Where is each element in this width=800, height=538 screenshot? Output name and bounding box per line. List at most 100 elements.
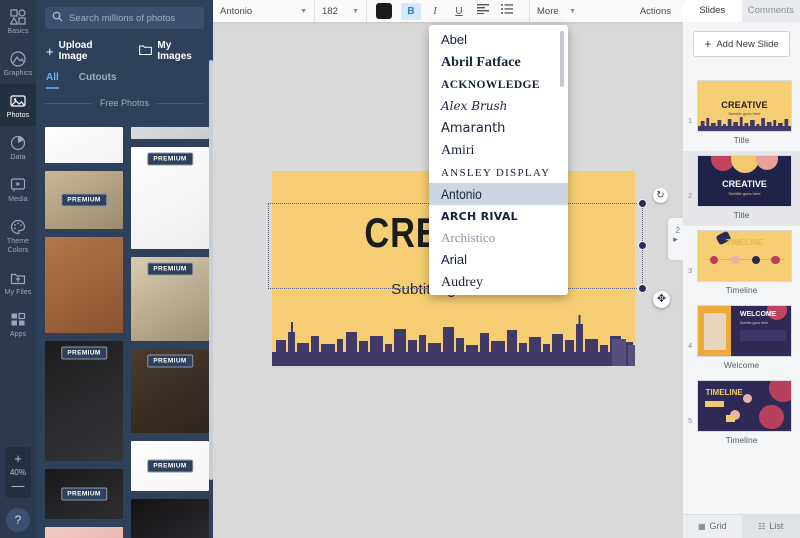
sidebar-item-media[interactable]: Media (0, 168, 36, 210)
font-family-select[interactable]: Antonio ▼ (213, 0, 315, 22)
font-option-ansley-display[interactable]: ANSLEY DISPLAY (429, 161, 568, 183)
font-option-arial[interactable]: Arial (429, 249, 568, 271)
tab-comments[interactable]: Comments (742, 0, 800, 22)
slides-panel: Slides Comments + Add New Slide 1 CREATI… (683, 0, 800, 538)
slide-thumbnail-item[interactable]: 5 TIMELINE Timeline (683, 376, 800, 451)
photo-thumb-blank-paper[interactable]: PREMIUM (131, 147, 209, 249)
photo-thumb-dark-lens[interactable] (131, 499, 209, 538)
zoom-in-button[interactable]: + (5, 452, 31, 466)
slide-thumbnail[interactable]: TIMELINE (697, 380, 792, 432)
more-label: More (537, 5, 559, 17)
slide-thumbnail-item[interactable]: 2 CREATIVE Subtitle goes here Title (683, 151, 800, 226)
italic-button[interactable]: I (425, 3, 445, 20)
slide-number: 3 (688, 266, 693, 275)
palette-icon (0, 217, 36, 235)
upload-image-button[interactable]: + Upload Image (46, 40, 119, 62)
tab-slides[interactable]: Slides (683, 0, 742, 22)
add-new-slide-button[interactable]: + Add New Slide (693, 31, 790, 57)
my-images-button[interactable]: My Images (119, 40, 203, 62)
font-list[interactable]: Abel Abril Fatface ACKNOWLEDGE Alex Brush Am… (429, 29, 568, 295)
photo-thumb-white-paper-sheet[interactable]: PREMIUM (131, 441, 209, 491)
font-option-arch-rival[interactable]: ARCH RIVAL (429, 205, 568, 227)
photo-thumb-gold-jewelry[interactable]: PREMIUM (45, 171, 123, 229)
slide-thumbnail[interactable]: TIMELINE (697, 230, 792, 282)
upload-image-label: Upload Image (58, 40, 93, 62)
canvas-area[interactable]: Antonio ▼ 182 ▼ B I U More ▼ Actions CRE… (213, 0, 683, 538)
slide-thumbnail-list[interactable]: 1 CREATIVE Subtitle goes here Title 2 CRE… (683, 76, 800, 514)
sidebar-item-photos[interactable]: Photos (0, 84, 36, 126)
basics-icon (0, 7, 36, 25)
font-option-abril-fatface[interactable]: Abril Fatface (429, 51, 568, 73)
photo-thumb-brown-shoes[interactable] (45, 237, 123, 333)
font-list-scrollbar[interactable] (560, 31, 564, 87)
photo-thumb-vintage-postcard[interactable]: PREMIUM (131, 257, 209, 341)
move-handle-icon[interactable]: ✥ (653, 291, 670, 308)
photo-thumb-pink-surface[interactable]: PREMIUM (45, 527, 123, 538)
collapse-panel-button[interactable]: ▸ (668, 218, 683, 260)
font-dropdown-menu[interactable]: Abel Abril Fatface ACKNOWLEDGE Alex Brush Am… (429, 25, 568, 295)
zoom-control: + 40% — (5, 447, 31, 498)
font-family-value: Antonio (220, 5, 253, 17)
actions-button[interactable]: Actions (640, 6, 683, 17)
more-options-select[interactable]: More ▼ (529, 0, 583, 22)
slide-thumbnail-item[interactable]: 1 CREATIVE Subtitle goes here Title (683, 76, 800, 151)
align-left-button[interactable] (473, 3, 493, 20)
sidebar-item-my-files[interactable]: My Files (0, 261, 36, 303)
search-icon (52, 11, 63, 25)
premium-badge: PREMIUM (147, 262, 193, 276)
resize-handle-bottom-right[interactable] (638, 284, 647, 293)
folder-icon (139, 44, 153, 58)
sidebar-item-graphics[interactable]: Graphics (0, 42, 36, 84)
font-size-select[interactable]: 182 ▼ (315, 0, 367, 22)
my-images-label: My Images (157, 40, 192, 62)
slide-thumbnail-item[interactable]: 4 WELCOME Subtitle goes here Welcome (683, 301, 800, 376)
font-option-amaranth[interactable]: Amaranth (429, 117, 568, 139)
list-view-label: List (769, 521, 784, 531)
help-button[interactable]: ? (6, 508, 30, 532)
resize-handle-top-right[interactable] (638, 199, 647, 208)
slide-thumbnail[interactable]: WELCOME Subtitle goes here (697, 305, 792, 357)
tab-cutouts[interactable]: Cutouts (79, 72, 117, 89)
slide-thumbnail[interactable]: CREATIVE Subtitle goes here (697, 80, 792, 132)
rotate-handle-icon[interactable]: ↻ (653, 188, 668, 203)
font-option-audrey[interactable]: Audrey (429, 271, 568, 293)
sidebar-item-apps[interactable]: Apps (0, 303, 36, 345)
photo-thumb-leather-notebook[interactable]: PREMIUM (131, 349, 209, 433)
photo-thumb-graphics-tablet[interactable]: PREMIUM (45, 469, 123, 519)
font-option-alex-brush[interactable]: Alex Brush (429, 95, 568, 117)
slide-number: 5 (688, 416, 693, 425)
folder-upload-icon (0, 268, 36, 286)
photos-panel: Search millions of photos + Upload Image… (36, 0, 213, 538)
font-option-amiri[interactable]: Amiri (429, 139, 568, 161)
bullet-list-button[interactable] (497, 3, 517, 20)
divider-line-right (157, 102, 204, 104)
search-input[interactable]: Search millions of photos (45, 7, 204, 29)
font-option-label: Antonio (441, 186, 482, 202)
media-icon (0, 175, 36, 193)
sidebar-item-data[interactable]: Data (0, 126, 36, 168)
font-option-abel[interactable]: Abel (429, 29, 568, 51)
sidebar-item-theme-colors[interactable]: Theme Colors (0, 210, 36, 261)
list-view-button[interactable]: ☷ List (741, 514, 800, 538)
font-option-antonio[interactable]: Antonio (429, 183, 568, 205)
zoom-out-button[interactable]: — (5, 479, 31, 493)
view-mode-toggle: ▦ Grid ☷ List (683, 514, 800, 538)
photo-thumb-white-card[interactable] (45, 127, 123, 163)
city-skyline-graphic (272, 315, 635, 366)
sidebar-item-basics[interactable]: Basics (0, 0, 36, 42)
font-option-archistico[interactable]: Archistico (429, 227, 568, 249)
slide-thumbnail-item[interactable]: 3 TIMELINE Timeline (683, 226, 800, 301)
tab-all[interactable]: All (46, 72, 59, 89)
text-color-swatch[interactable] (376, 3, 392, 19)
font-option-acknowledge[interactable]: ACKNOWLEDGE (429, 73, 568, 95)
underline-button[interactable]: U (449, 3, 469, 20)
font-option-label: Audrey (441, 275, 483, 290)
photo-thumb-grey-bar[interactable] (131, 127, 209, 139)
resize-handle-middle-right[interactable] (638, 241, 647, 250)
plus-icon: + (46, 43, 54, 59)
slide-thumbnail[interactable]: CREATIVE Subtitle goes here (697, 155, 792, 207)
premium-badge: PREMIUM (147, 152, 193, 166)
bold-button[interactable]: B (401, 2, 421, 20)
grid-view-button[interactable]: ▦ Grid (683, 514, 742, 538)
photo-thumb-black-pen[interactable]: PREMIUM (45, 341, 123, 461)
